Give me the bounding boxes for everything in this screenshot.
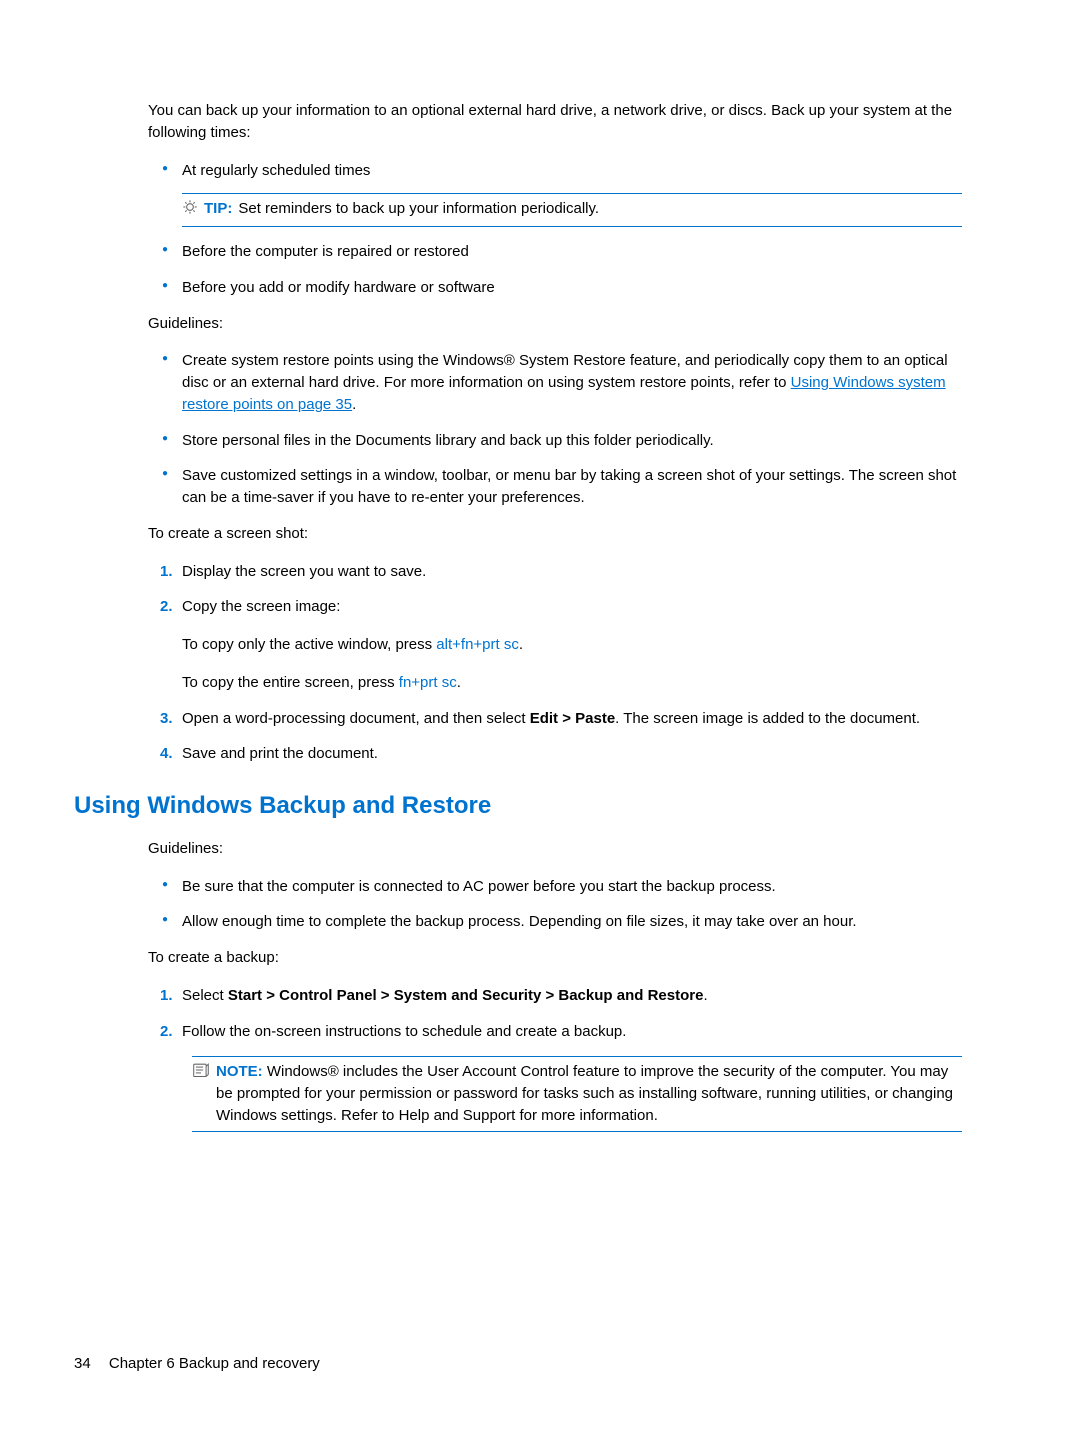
list-item-text: At regularly scheduled times [182, 162, 370, 179]
tip-text: Set reminders to back up your informatio… [238, 198, 599, 220]
section-content: Guidelines: Be sure that the computer is… [148, 838, 962, 1043]
step-text-part: Open a word-processing document, and the… [182, 710, 530, 727]
step-item: Follow the on-screen instructions to sch… [148, 1021, 962, 1043]
list-item-text-part: . [352, 396, 356, 413]
step-text: Display the screen you want to save. [182, 563, 426, 580]
tip-callout: TIP: Set reminders to back up your infor… [182, 193, 962, 227]
bullet-list-guidelines: Create system restore points using the W… [148, 350, 962, 509]
menu-path: Edit > Paste [530, 710, 615, 727]
page-number: 34 [74, 1355, 91, 1372]
step-text-part: . [703, 987, 707, 1004]
step-item: Copy the screen image: To copy only the … [148, 596, 962, 693]
screenshot-intro: To create a screen shot: [148, 523, 962, 545]
step-subtext: To copy only the active window, press al… [182, 634, 962, 656]
note-body: NOTE: Windows® includes the User Account… [216, 1061, 962, 1126]
tip-label: TIP: [204, 198, 232, 220]
step-subtext: To copy the entire screen, press fn+prt … [182, 672, 962, 694]
keyboard-shortcut: alt+fn+prt sc [436, 636, 519, 653]
list-item: Be sure that the computer is connected t… [148, 876, 962, 898]
list-item: Allow enough time to complete the backup… [148, 911, 962, 933]
step-text-part: . The screen image is added to the docum… [615, 710, 920, 727]
menu-path: Start > Control Panel > System and Secur… [228, 987, 704, 1004]
list-item-text: Before the computer is repaired or resto… [182, 243, 469, 260]
guidelines-label: Guidelines: [148, 313, 962, 335]
list-item-text: Before you add or modify hardware or sof… [182, 279, 495, 296]
chapter-title: Chapter 6 Backup and recovery [109, 1355, 320, 1372]
list-item: Before the computer is repaired or resto… [148, 241, 962, 263]
guidelines-label: Guidelines: [148, 838, 962, 860]
step-text: Save and print the document. [182, 745, 378, 762]
step-sub-part: . [457, 674, 461, 691]
backup-steps: Select Start > Control Panel > System an… [148, 985, 962, 1043]
note-icon [192, 1062, 210, 1085]
step-sub-part: . [519, 636, 523, 653]
tip-icon [182, 199, 198, 222]
bullet-list-guidelines-2: Be sure that the computer is connected t… [148, 876, 962, 934]
step-item: Save and print the document. [148, 743, 962, 765]
step-text: Copy the screen image: [182, 598, 340, 615]
note-label: NOTE: [216, 1063, 263, 1080]
screenshot-steps: Display the screen you want to save. Cop… [148, 561, 962, 766]
step-item: Open a word-processing document, and the… [148, 708, 962, 730]
step-text: Follow the on-screen instructions to sch… [182, 1023, 626, 1040]
list-item: Before you add or modify hardware or sof… [148, 277, 962, 299]
list-item-text: Be sure that the computer is connected t… [182, 878, 776, 895]
list-item-text: Store personal files in the Documents li… [182, 432, 714, 449]
keyboard-shortcut: fn+prt sc [399, 674, 457, 691]
list-item-text: Allow enough time to complete the backup… [182, 913, 857, 930]
step-text-part: Select [182, 987, 228, 1004]
note-callout: NOTE: Windows® includes the User Account… [192, 1056, 962, 1131]
step-sub-part: To copy the entire screen, press [182, 674, 399, 691]
section-heading: Using Windows Backup and Restore [74, 789, 962, 824]
list-item-text: Save customized settings in a window, to… [182, 467, 956, 506]
list-item: At regularly scheduled times [148, 160, 962, 228]
intro-paragraph: You can back up your information to an o… [148, 100, 962, 144]
list-item: Save customized settings in a window, to… [148, 465, 962, 509]
page-footer: 34 Chapter 6 Backup and recovery [74, 1353, 320, 1375]
list-item: Store personal files in the Documents li… [148, 430, 962, 452]
step-item: Display the screen you want to save. [148, 561, 962, 583]
list-item: Create system restore points using the W… [148, 350, 962, 415]
note-text: Windows® includes the User Account Contr… [216, 1063, 953, 1124]
step-item: Select Start > Control Panel > System an… [148, 985, 962, 1007]
step-sub-part: To copy only the active window, press [182, 636, 436, 653]
bullet-list-times: At regularly scheduled times [148, 160, 962, 299]
backup-intro: To create a backup: [148, 947, 962, 969]
page-content: You can back up your information to an o… [148, 100, 962, 765]
